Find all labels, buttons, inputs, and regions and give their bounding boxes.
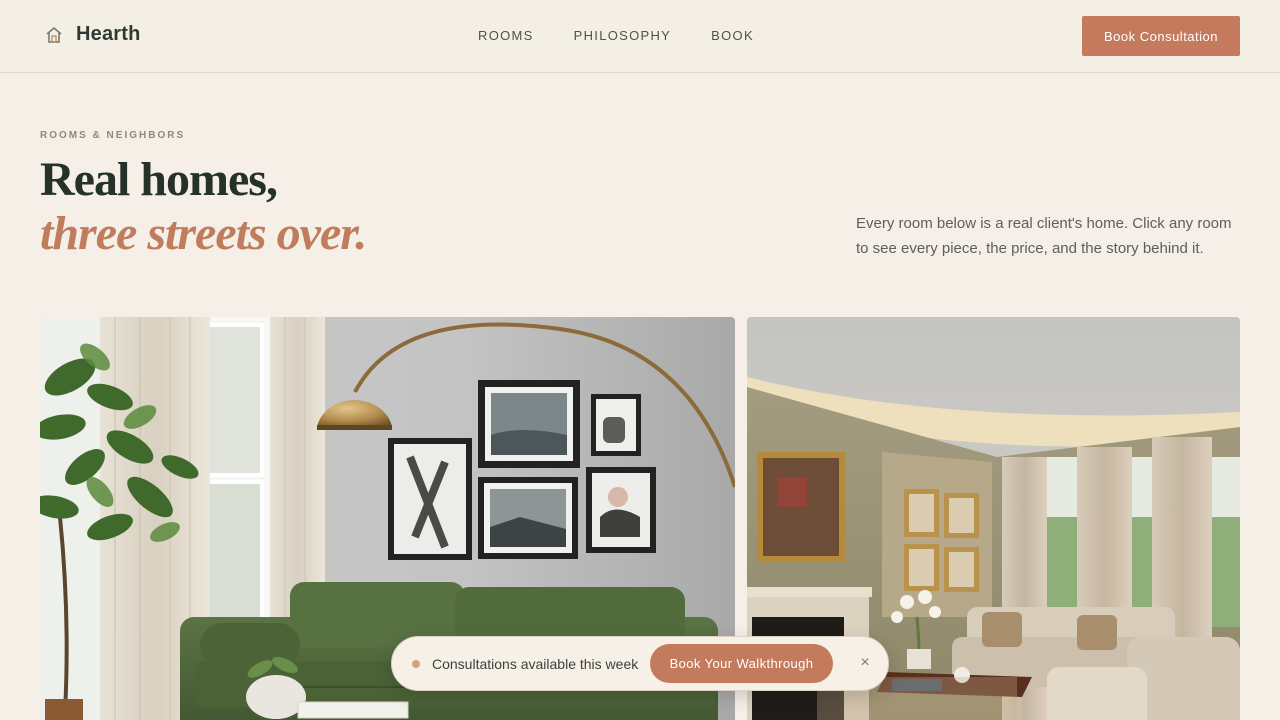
brand[interactable]: Hearth — [44, 23, 141, 46]
availability-dot — [412, 660, 420, 668]
book-consultation-button[interactable]: Book Consultation — [1082, 16, 1240, 56]
section-eyebrow: ROOMS & NEIGHBORS — [40, 130, 186, 141]
book-walkthrough-button[interactable]: Book Your Walkthrough — [650, 644, 833, 683]
intro-text: Every room below is a real client's home… — [856, 215, 1232, 257]
site-header: Hearth ROOMS PHILOSOPHY BOOK Book Consul… — [0, 0, 1280, 73]
nav-link-book[interactable]: BOOK — [711, 28, 754, 44]
title-line-2: three streets over. — [40, 207, 367, 260]
page-title: Real homes, three streets over. — [40, 153, 367, 261]
consultation-banner: Consultations available this week Book Y… — [391, 636, 889, 691]
main-nav: ROOMS PHILOSOPHY BOOK — [478, 28, 794, 44]
house-icon — [46, 26, 62, 43]
title-line-1: Real homes, — [40, 153, 278, 206]
nav-link-rooms[interactable]: ROOMS — [478, 28, 534, 44]
close-icon[interactable]: × — [856, 653, 874, 673]
availability-text: Consultations available this week — [432, 656, 639, 672]
nav-link-philosophy[interactable]: PHILOSOPHY — [574, 28, 672, 44]
brand-name: Hearth — [76, 23, 141, 45]
